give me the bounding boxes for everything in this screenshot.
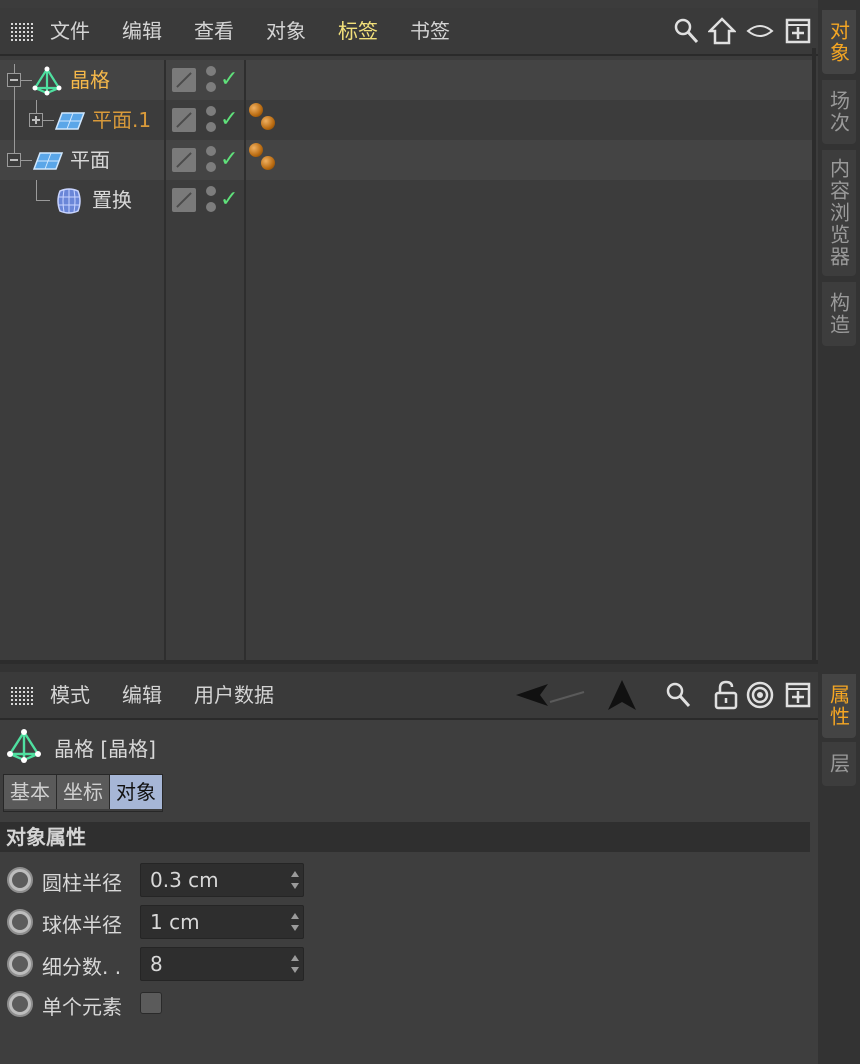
tree-line (36, 180, 37, 200)
layer-flag-icon[interactable] (172, 188, 196, 212)
side-tab-takes[interactable]: 场次 (822, 80, 856, 144)
tree-line (36, 200, 50, 201)
animate-radio-icon[interactable] (7, 991, 33, 1017)
visibility-dots-icon[interactable] (206, 186, 216, 214)
back-arrow-icon[interactable] (514, 680, 586, 710)
object-title: 晶格 [晶格] (54, 737, 156, 761)
field-value: 8 (150, 952, 163, 976)
spinner-icon[interactable] (291, 871, 299, 889)
lattice-icon (32, 66, 62, 96)
field-value: 1 cm (150, 910, 200, 934)
side-tab-structure[interactable]: 构造 (822, 282, 856, 346)
collapse-icon[interactable] (7, 73, 21, 87)
grip-icon[interactable] (9, 21, 33, 43)
field-value: 0.3 cm (150, 868, 219, 892)
divider (812, 48, 816, 664)
visibility-dots-icon[interactable] (206, 66, 216, 94)
spinner-icon[interactable] (291, 913, 299, 931)
expand-icon[interactable] (29, 113, 43, 127)
menu-objects[interactable]: 对象 (266, 8, 306, 54)
layer-flag-icon[interactable] (172, 68, 196, 92)
home-icon[interactable] (706, 16, 738, 46)
up-arrow-icon[interactable] (606, 678, 638, 712)
lattice-icon (7, 729, 41, 763)
menu-edit[interactable]: 编辑 (122, 8, 162, 54)
object-manager-menubar: 文件 编辑 查看 对象 标签 书签 (0, 8, 818, 56)
sphere-radius-field[interactable]: 1 cm (140, 905, 304, 939)
layer-flag-icon[interactable] (172, 108, 196, 132)
collapse-icon[interactable] (7, 153, 21, 167)
animate-radio-icon[interactable] (7, 867, 33, 893)
menu-user-data[interactable]: 用户数据 (194, 672, 274, 718)
target-icon[interactable] (746, 680, 774, 710)
section-header: 对象属性 (0, 822, 810, 852)
phong-tag-icon[interactable] (249, 103, 279, 133)
param-label-cylinder-radius: 圆柱半径 (42, 871, 122, 895)
enabled-check-icon[interactable]: ✓ (220, 68, 238, 92)
enabled-check-icon[interactable]: ✓ (220, 148, 238, 172)
spinner-icon[interactable] (291, 955, 299, 973)
animate-radio-icon[interactable] (7, 909, 33, 935)
eye-icon[interactable] (746, 16, 774, 46)
plane-icon (54, 112, 86, 130)
tag-cell (246, 60, 812, 100)
object-name-plane-1[interactable]: 平面.1 (92, 100, 151, 140)
layer-flag-icon[interactable] (172, 148, 196, 172)
visibility-dots-icon[interactable] (206, 106, 216, 134)
attribute-manager-menubar: 模式 编辑 用户数据 (0, 672, 818, 720)
tree-line (20, 80, 32, 81)
phong-tag-icon[interactable] (249, 143, 279, 173)
menu-bookmarks[interactable]: 书签 (410, 8, 450, 54)
subdivision-field[interactable]: 8 (140, 947, 304, 981)
tree-line (20, 160, 32, 161)
divider (0, 664, 818, 672)
tag-cell (246, 140, 812, 180)
side-tab-objects[interactable]: 对象 (822, 10, 856, 74)
side-tab-layers[interactable]: 层 (822, 742, 856, 786)
enabled-check-icon[interactable]: ✓ (220, 108, 238, 132)
tab-basic[interactable]: 基本 (4, 775, 57, 809)
param-label-single-element: 单个元素 (42, 995, 122, 1019)
new-window-icon[interactable] (784, 16, 812, 46)
side-tab-attributes[interactable]: 属性 (822, 674, 856, 738)
menu-view[interactable]: 查看 (194, 8, 234, 54)
menu-file[interactable]: 文件 (50, 8, 90, 54)
animate-radio-icon[interactable] (7, 951, 33, 977)
param-label-sphere-radius: 球体半径 (42, 913, 122, 937)
search-icon[interactable] (672, 16, 700, 46)
plane-icon (32, 152, 64, 170)
object-name-lattice[interactable]: 晶格 (70, 60, 110, 100)
param-label-subdivision: 细分数. . (42, 955, 122, 979)
single-element-checkbox[interactable] (140, 992, 162, 1014)
search-icon[interactable] (664, 680, 692, 710)
enabled-check-icon[interactable]: ✓ (220, 188, 238, 212)
tab-coord[interactable]: 坐标 (57, 775, 110, 809)
object-name-displacer[interactable]: 置换 (92, 180, 132, 220)
cylinder-radius-field[interactable]: 0.3 cm (140, 863, 304, 897)
side-tab-content-browser[interactable]: 内容浏览器 (822, 150, 856, 276)
visibility-dots-icon[interactable] (206, 146, 216, 174)
menu-mode[interactable]: 模式 (50, 672, 90, 718)
menu-tags[interactable]: 标签 (338, 8, 378, 54)
attribute-manager (0, 672, 818, 1064)
new-window-icon[interactable] (784, 680, 812, 710)
object-name-plane[interactable]: 平面 (70, 140, 110, 180)
attribute-tabs: 基本 坐标 对象 (3, 774, 163, 812)
lock-icon[interactable] (712, 680, 740, 710)
tab-object[interactable]: 对象 (110, 775, 162, 809)
displacer-icon (57, 188, 81, 214)
tree-line (42, 120, 54, 121)
menu-edit[interactable]: 编辑 (122, 672, 162, 718)
grip-icon[interactable] (9, 685, 33, 707)
